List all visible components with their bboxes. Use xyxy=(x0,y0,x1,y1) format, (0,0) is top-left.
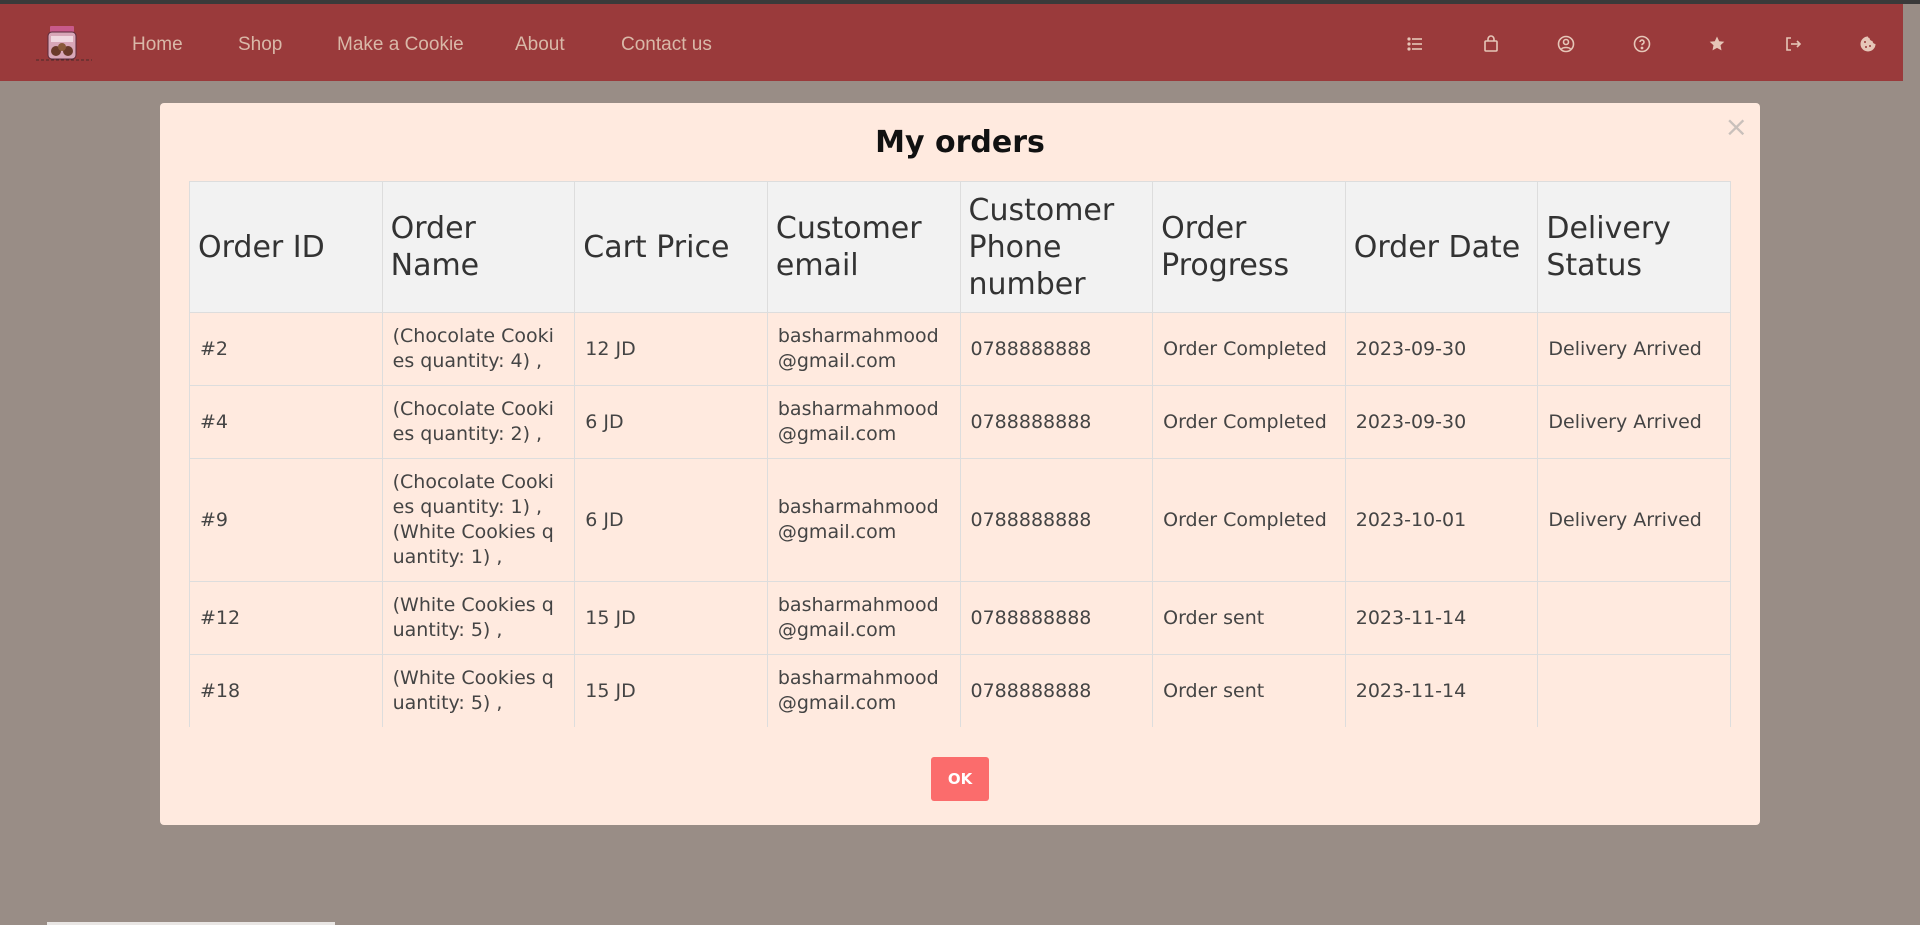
cell-order-name: (Chocolate Cookies quantity: 4) , xyxy=(381,312,576,386)
cell-cart-price: 12 JD xyxy=(574,312,768,386)
shopping-bag-icon[interactable] xyxy=(1480,33,1502,55)
cell-delivery-status: Delivery Arrived xyxy=(1537,385,1731,459)
table-row: #2 (Chocolate Cookies quantity: 4) , 12 … xyxy=(189,312,1731,386)
cell-cart-price: 15 JD xyxy=(574,581,768,655)
navbar: Home Shop Make a Cookie About Contact us xyxy=(0,4,1903,81)
orders-table-container[interactable]: Order ID Order Name Cart Price Customer … xyxy=(189,181,1731,727)
cell-delivery-status: Delivery Arrived xyxy=(1537,458,1731,582)
cell-cart-price: 15 JD xyxy=(574,654,768,727)
header-order-date: Order Date xyxy=(1344,181,1539,313)
cell-customer-email: basharmahmood@gmail.com xyxy=(766,581,961,655)
cell-order-date: 2023-09-30 xyxy=(1344,385,1539,459)
table-row: #9 (Chocolate Cookies quantity: 1) ,(Whi… xyxy=(189,458,1731,582)
page-scrollbar[interactable] xyxy=(1903,4,1920,925)
cell-cart-price: 6 JD xyxy=(574,385,768,459)
nav-about-link[interactable]: About xyxy=(515,34,565,56)
cell-delivery-status: Delivery Arrived xyxy=(1537,312,1731,386)
header-order-progress: Order Progress xyxy=(1152,181,1346,313)
orders-table: Order ID Order Name Cart Price Customer … xyxy=(189,181,1731,727)
table-row: #4 (Chocolate Cookies quantity: 2) , 6 J… xyxy=(189,385,1731,459)
my-orders-modal: × My orders Order ID Order Name Cart Pri… xyxy=(160,103,1760,825)
cell-order-name: (Chocolate Cookies quantity: 1) ,(White … xyxy=(381,458,576,582)
cell-order-id: #2 xyxy=(189,312,383,386)
cell-customer-email: basharmahmood@gmail.com xyxy=(766,385,961,459)
cell-customer-phone: 0788888888 xyxy=(959,458,1154,582)
logout-icon[interactable] xyxy=(1782,33,1804,55)
help-circle-icon[interactable] xyxy=(1631,33,1653,55)
cell-order-progress: Order sent xyxy=(1152,581,1346,655)
cell-order-progress: Order Completed xyxy=(1152,385,1346,459)
star-icon[interactable] xyxy=(1706,33,1728,55)
nav-shop-link[interactable]: Shop xyxy=(238,34,282,56)
cell-customer-phone: 0788888888 xyxy=(959,581,1154,655)
cell-order-progress: Order Completed xyxy=(1152,458,1346,582)
cell-order-name: (White Cookies quantity: 5) , xyxy=(381,654,576,727)
cell-customer-email: basharmahmood@gmail.com xyxy=(766,458,961,582)
user-circle-icon[interactable] xyxy=(1555,33,1577,55)
cell-order-name: (Chocolate Cookies quantity: 2) , xyxy=(381,385,576,459)
cell-customer-phone: 0788888888 xyxy=(959,385,1154,459)
cell-order-id: #4 xyxy=(189,385,383,459)
cell-cart-price: 6 JD xyxy=(574,458,768,582)
cell-order-name: (White Cookies quantity: 5) , xyxy=(381,581,576,655)
table-header-row: Order ID Order Name Cart Price Customer … xyxy=(189,181,1731,313)
list-icon[interactable] xyxy=(1404,33,1426,55)
cell-customer-phone: 0788888888 xyxy=(959,312,1154,386)
cell-customer-email: basharmahmood@gmail.com xyxy=(766,654,961,727)
cell-customer-email: basharmahmood@gmail.com xyxy=(766,312,961,386)
nav-home-link[interactable]: Home xyxy=(132,34,183,56)
nav-contact-us-link[interactable]: Contact us xyxy=(621,34,712,56)
table-row: #18 (White Cookies quantity: 5) , 15 JD … xyxy=(189,654,1731,727)
cell-order-id: #9 xyxy=(189,458,383,582)
cell-order-date: 2023-11-14 xyxy=(1344,654,1539,727)
cell-customer-phone: 0788888888 xyxy=(959,654,1154,727)
cell-order-id: #18 xyxy=(189,654,383,727)
header-customer-email: Customer email xyxy=(766,181,961,313)
cell-order-progress: Order Completed xyxy=(1152,312,1346,386)
cell-order-date: 2023-11-14 xyxy=(1344,581,1539,655)
nav-make-a-cookie-link[interactable]: Make a Cookie xyxy=(337,34,464,56)
cell-order-date: 2023-10-01 xyxy=(1344,458,1539,582)
header-customer-phone: Customer Phone number xyxy=(959,181,1154,313)
ok-button[interactable]: OK xyxy=(931,757,989,801)
modal-title: My orders xyxy=(875,125,1045,160)
cell-delivery-status xyxy=(1537,654,1731,727)
cell-order-date: 2023-09-30 xyxy=(1344,312,1539,386)
site-logo[interactable] xyxy=(36,24,92,64)
cell-order-progress: Order sent xyxy=(1152,654,1346,727)
header-order-id: Order ID xyxy=(189,181,383,313)
header-cart-price: Cart Price xyxy=(574,181,768,313)
cell-delivery-status xyxy=(1537,581,1731,655)
header-delivery-status: Delivery Status xyxy=(1537,181,1731,313)
table-row: #12 (White Cookies quantity: 5) , 15 JD … xyxy=(189,581,1731,655)
cell-order-id: #12 xyxy=(189,581,383,655)
cookie-icon[interactable] xyxy=(1857,33,1879,55)
header-order-name: Order Name xyxy=(381,181,576,313)
